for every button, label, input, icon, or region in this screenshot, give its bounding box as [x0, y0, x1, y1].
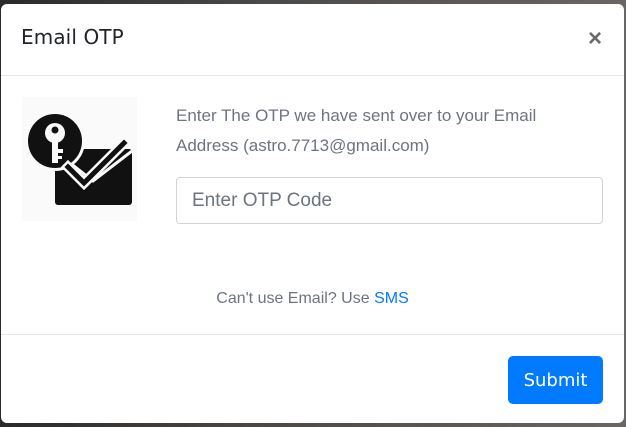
alternative-method-prefix: Can't use Email? Use: [216, 290, 375, 307]
close-button[interactable]: ×: [586, 27, 604, 51]
modal-title: Email OTP: [21, 25, 124, 49]
alternative-method-line: Can't use Email? Use SMS: [1, 290, 624, 308]
email-otp-modal: Email OTP × Enter The OTP we have sent o…: [1, 4, 624, 423]
modal-footer: Submit: [1, 334, 624, 423]
use-sms-link[interactable]: SMS: [374, 290, 409, 307]
modal-header: Email OTP ×: [1, 4, 624, 76]
otp-sent-message: Enter The OTP we have sent over to your …: [176, 106, 537, 155]
modal-body: Enter The OTP we have sent over to your …: [1, 77, 624, 334]
submit-button[interactable]: Submit: [508, 356, 603, 404]
otp-code-input[interactable]: [176, 177, 603, 224]
key-envelope-check-icon: [22, 97, 137, 221]
